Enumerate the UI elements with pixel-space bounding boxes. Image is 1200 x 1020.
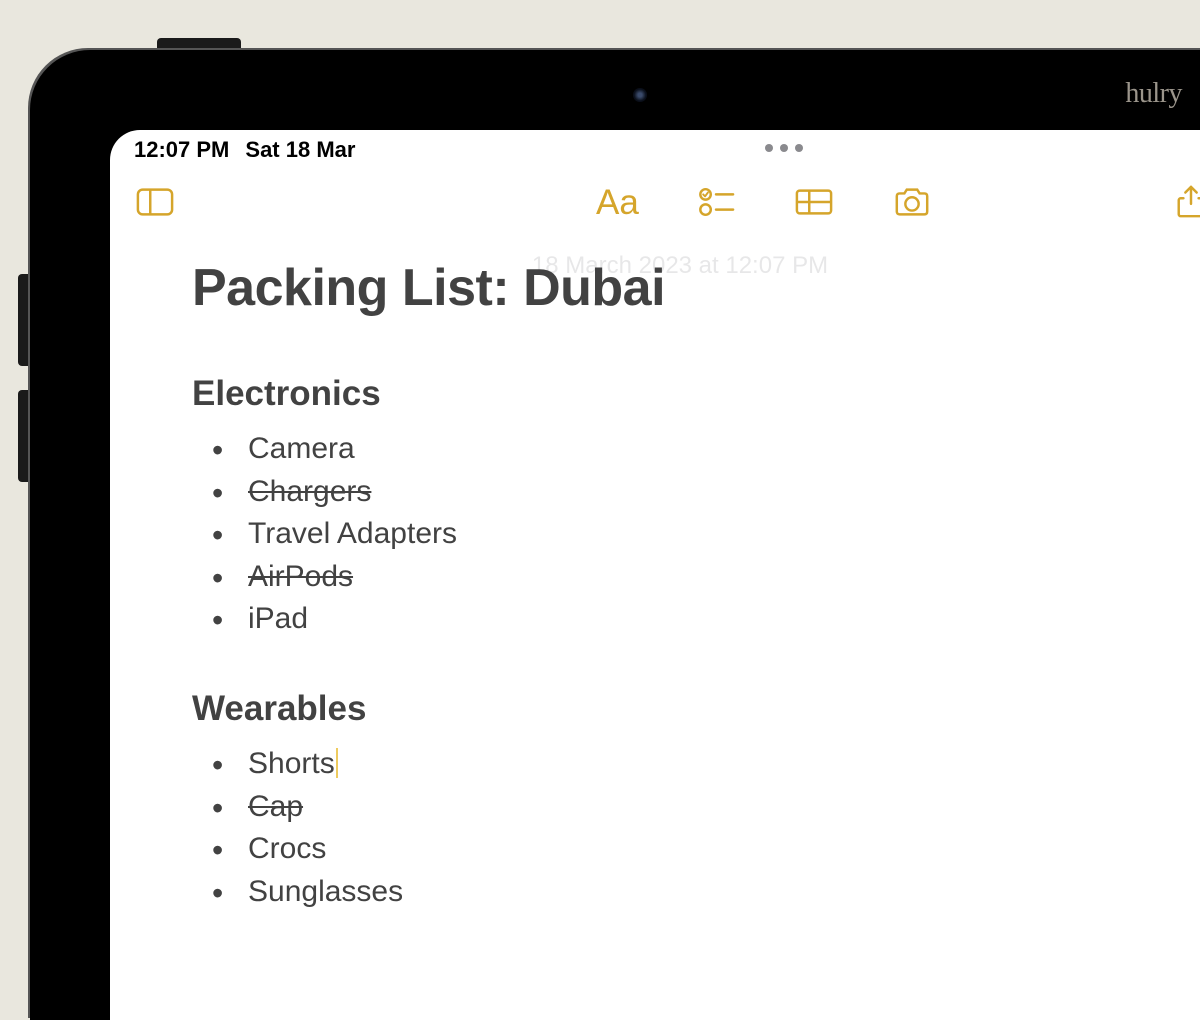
checklist-button[interactable]: [695, 183, 737, 221]
list-item[interactable]: Chargers: [192, 471, 1168, 514]
format-button[interactable]: Aa: [596, 185, 639, 220]
list-item-text: AirPods: [248, 560, 353, 593]
list-item-text: Sunglasses: [248, 875, 403, 908]
dot-icon: [795, 144, 803, 152]
note-body[interactable]: 18 March 2023 at 12:07 PM Packing List: …: [110, 258, 1200, 913]
list-item[interactable]: Cap: [192, 786, 1168, 829]
multitask-dots[interactable]: [765, 144, 803, 152]
watermark: hulry: [1125, 78, 1182, 110]
status-bar: 12:07 PM Sat 18 Mar: [110, 130, 1200, 170]
share-button[interactable]: [1170, 183, 1200, 221]
item-list[interactable]: Camera Chargers Travel Adapters AirPods …: [192, 428, 1168, 641]
text-cursor: [336, 748, 338, 778]
list-item[interactable]: iPad: [192, 598, 1168, 641]
section-heading[interactable]: Electronics: [192, 374, 1168, 414]
toggle-sidebar-button[interactable]: [134, 183, 176, 221]
camera-button[interactable]: [891, 183, 933, 221]
list-item-text: Chargers: [248, 475, 371, 508]
list-item[interactable]: Crocs: [192, 828, 1168, 871]
note-timestamp: 18 March 2023 at 12:07 PM: [110, 252, 1200, 280]
list-item[interactable]: Travel Adapters: [192, 513, 1168, 556]
dot-icon: [765, 144, 773, 152]
device-side-button-1: [18, 274, 30, 366]
table-icon: [795, 185, 833, 219]
list-item-text: Travel Adapters: [248, 517, 457, 550]
list-item[interactable]: Sunglasses: [192, 871, 1168, 914]
list-item-text: Camera: [248, 432, 355, 465]
ipad-frame: 12:07 PM Sat 18 Mar Aa: [30, 50, 1200, 1020]
device-top-button: [157, 38, 241, 50]
toolbar: Aa: [110, 170, 1200, 228]
camera-icon: [893, 185, 931, 219]
section-heading[interactable]: Wearables: [192, 689, 1168, 729]
share-icon: [1172, 185, 1200, 219]
list-item[interactable]: Camera: [192, 428, 1168, 471]
device-side-button-2: [18, 390, 30, 482]
status-date: Sat 18 Mar: [245, 137, 355, 163]
list-item-text: Crocs: [248, 832, 326, 865]
list-item-text: iPad: [248, 602, 308, 635]
list-item-text: Cap: [248, 790, 303, 823]
list-item-text: Shorts: [248, 747, 335, 780]
list-item[interactable]: Shorts: [192, 743, 1168, 786]
screen: 12:07 PM Sat 18 Mar Aa: [110, 130, 1200, 1020]
status-time: 12:07 PM: [134, 137, 229, 163]
item-list[interactable]: Shorts Cap Crocs Sunglasses: [192, 743, 1168, 913]
sidebar-icon: [136, 185, 174, 219]
table-button[interactable]: [793, 183, 835, 221]
dot-icon: [780, 144, 788, 152]
checklist-icon: [697, 185, 735, 219]
camera-dot: [633, 88, 647, 102]
list-item[interactable]: AirPods: [192, 556, 1168, 599]
